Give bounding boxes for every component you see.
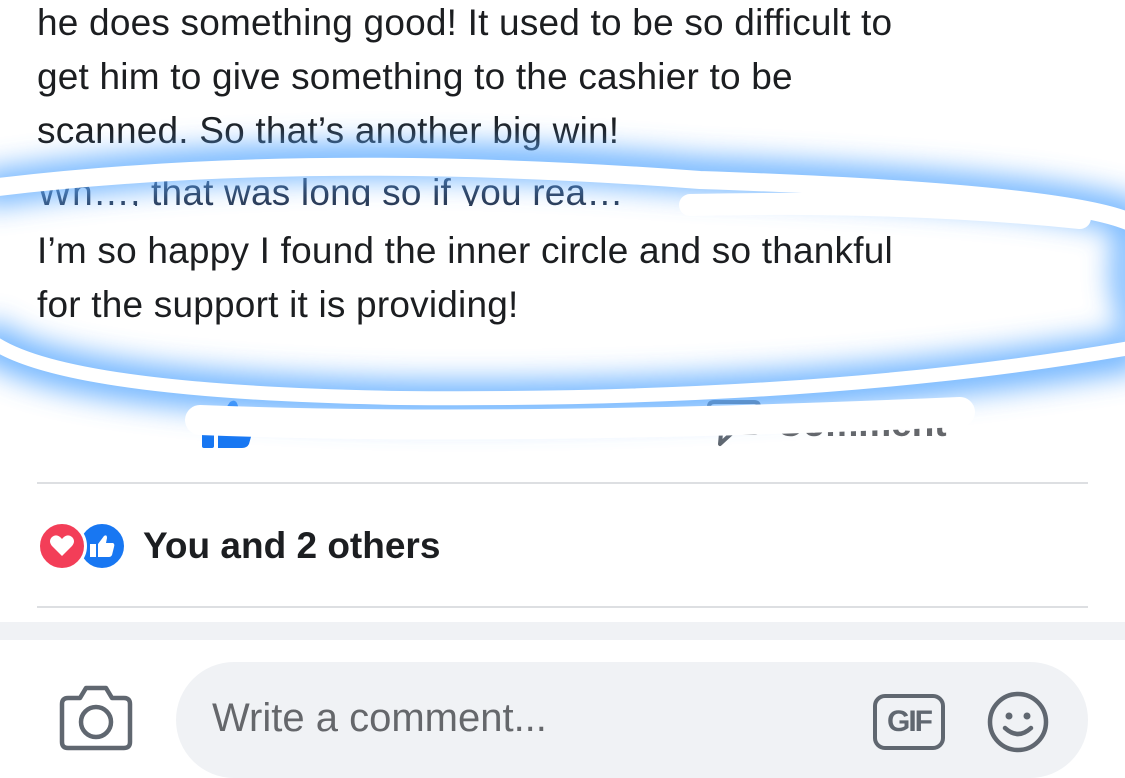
- comment-label: Comment: [776, 403, 947, 444]
- speech-bubble-icon: [706, 398, 762, 450]
- post-text-line: for the support it is providing!: [37, 284, 519, 325]
- comment-button[interactable]: Comment: [706, 394, 947, 454]
- post-text-line: get him to give something to the cashier…: [37, 56, 793, 97]
- post-text-line: he does something good! It used to be so…: [37, 2, 893, 43]
- post-action-bar: Like Comment: [0, 394, 1125, 454]
- comment-composer: Write a comment... GIF: [0, 640, 1125, 778]
- comment-input-placeholder: Write a comment...: [212, 696, 547, 740]
- smiley-icon[interactable]: [986, 690, 1050, 754]
- thumbs-up-icon: [200, 398, 256, 450]
- heart-icon: [37, 521, 87, 571]
- section-separator: [0, 622, 1125, 640]
- reaction-summary[interactable]: You and 2 others: [37, 520, 440, 572]
- gif-icon: GIF: [887, 705, 933, 738]
- post-text-line: Wh…, that was long so if you rea…: [37, 172, 624, 206]
- divider: [37, 482, 1088, 484]
- post-text-bottom: I’m so happy I found the inner circle an…: [37, 224, 1085, 332]
- post-text-line: I’m so happy I found the inner circle an…: [37, 230, 893, 271]
- comment-input[interactable]: Write a comment... GIF: [176, 662, 1088, 778]
- post-text-line: scanned. So that’s another big win!: [37, 110, 620, 151]
- divider: [37, 606, 1088, 608]
- camera-icon[interactable]: [58, 684, 134, 752]
- like-label: Like: [270, 403, 345, 444]
- post-text-obscured-line: Wh…, that was long so if you rea…: [37, 166, 1085, 206]
- like-button[interactable]: Like: [200, 394, 344, 454]
- post-text-top: he does something good! It used to be so…: [37, 0, 1085, 158]
- reaction-summary-text: You and 2 others: [143, 525, 441, 566]
- gif-button[interactable]: GIF: [873, 694, 945, 750]
